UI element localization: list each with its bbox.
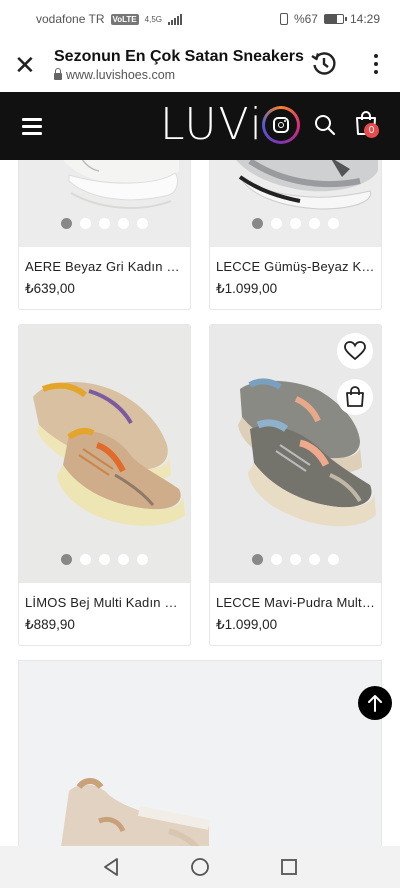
sneaker-image <box>19 661 381 850</box>
product-name[interactable]: LECCE Gümüş-Beyaz Kadın Sneaker <box>210 247 381 274</box>
product-price: ₺1.099,00 <box>216 617 278 632</box>
status-bar: vodafone TR VoLTE 4,5G %67 14:29 <box>0 0 400 38</box>
sneaker-image <box>19 160 190 247</box>
carrier-name: vodafone TR <box>36 12 105 26</box>
triangle-back-icon[interactable] <box>102 857 120 877</box>
image-pagination[interactable] <box>210 554 381 565</box>
favorite-button[interactable] <box>337 333 373 369</box>
cart-count-badge: 0 <box>364 123 379 138</box>
product-grid: AERE Beyaz Gri Kadın Spor Ayakkabı ₺639,… <box>0 160 400 850</box>
battery-icon <box>323 14 347 24</box>
product-name[interactable]: AERE Beyaz Gri Kadın Spor Ayakkabı <box>19 247 190 274</box>
product-image[interactable] <box>19 325 190 583</box>
system-navigation-bar <box>0 846 400 888</box>
product-image[interactable] <box>210 160 381 247</box>
lock-icon <box>54 68 62 80</box>
more-vert-icon[interactable] <box>374 54 378 74</box>
vibrate-icon <box>279 13 288 25</box>
heart-icon <box>344 341 366 361</box>
product-card[interactable]: AERE Beyaz Gri Kadın Spor Ayakkabı ₺639,… <box>18 160 191 310</box>
product-name[interactable]: LECCE Mavi-Pudra Multi Kadın Sneaker <box>210 583 381 610</box>
image-pagination[interactable] <box>210 218 381 229</box>
product-image[interactable] <box>210 325 381 583</box>
instagram-icon[interactable] <box>262 106 300 144</box>
url-text: www.luvishoes.com <box>66 68 176 82</box>
product-price: ₺639,00 <box>25 281 75 296</box>
product-name[interactable]: LİMOS Bej Multi Kadın Sneaker <box>19 583 190 610</box>
product-price: ₺1.099,00 <box>216 281 278 296</box>
search-icon[interactable] <box>314 114 336 136</box>
signal-icon <box>168 13 182 25</box>
circle-home-icon[interactable] <box>190 857 210 877</box>
arrow-up-icon <box>368 695 382 712</box>
luvi-logo[interactable]: LUVi <box>160 100 264 150</box>
product-card[interactable]: LECCE Mavi-Pudra Multi Kadın Sneaker ₺1.… <box>209 324 382 646</box>
site-header: LUVi 0 <box>0 92 400 160</box>
close-icon[interactable]: ✕ <box>14 52 44 78</box>
product-card[interactable]: LİMOS Bej Multi Kadın Sneaker ₺889,90 <box>18 324 191 646</box>
network-type: 4,5G <box>144 14 162 24</box>
shopping-bag-icon <box>346 386 364 407</box>
status-right: %67 14:29 <box>279 12 380 26</box>
browser-toolbar: ✕ Sezonun En Çok Satan Sneakers www.luvi… <box>0 38 400 92</box>
history-icon[interactable] <box>310 50 338 78</box>
square-recent-icon[interactable] <box>280 858 298 876</box>
add-to-bag-button[interactable] <box>337 379 373 415</box>
image-pagination[interactable] <box>19 218 190 229</box>
sneaker-image <box>19 325 190 583</box>
product-price: ₺889,90 <box>25 617 75 632</box>
status-left: vodafone TR VoLTE 4,5G <box>36 12 182 26</box>
product-image[interactable] <box>19 160 190 247</box>
volte-badge: VoLTE <box>110 13 139 25</box>
product-card[interactable]: LECCE Gümüş-Beyaz Kadın Sneaker ₺1.099,0… <box>209 160 382 310</box>
clock: 14:29 <box>349 12 380 26</box>
hamburger-icon[interactable] <box>22 117 42 135</box>
sneaker-image <box>210 160 381 247</box>
scroll-to-top-button[interactable] <box>358 686 392 720</box>
battery-percent: %67 <box>293 12 318 26</box>
image-pagination[interactable] <box>19 554 190 565</box>
product-card[interactable] <box>18 660 382 850</box>
